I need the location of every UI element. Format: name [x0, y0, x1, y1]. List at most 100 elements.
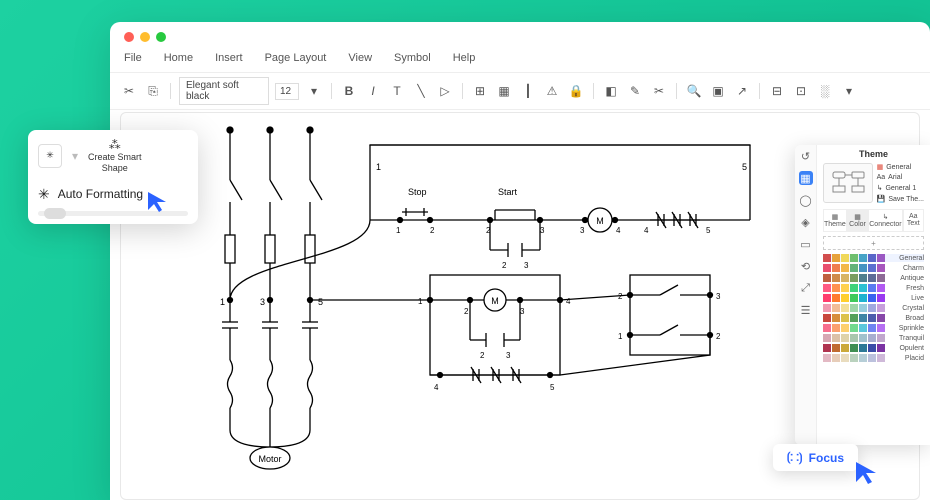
- swatch[interactable]: [832, 344, 840, 352]
- swatch[interactable]: [877, 274, 885, 282]
- chevron-down-icon[interactable]: ▾: [305, 82, 323, 100]
- tab-text[interactable]: AaText: [903, 209, 924, 232]
- swatch[interactable]: [850, 254, 858, 262]
- swatch-row[interactable]: Crystal: [823, 304, 924, 312]
- smart-icon[interactable]: ✳: [38, 144, 62, 168]
- text-icon[interactable]: T: [388, 82, 406, 100]
- create-smart-shape[interactable]: ⁂ Create Smart Shape: [88, 138, 142, 174]
- swatch[interactable]: [823, 314, 831, 322]
- swatch[interactable]: [832, 284, 840, 292]
- swatch[interactable]: [841, 264, 849, 272]
- swatch[interactable]: [823, 274, 831, 282]
- menu-insert[interactable]: Insert: [215, 52, 243, 64]
- swatch[interactable]: [859, 294, 867, 302]
- swatch[interactable]: [868, 294, 876, 302]
- line-icon[interactable]: ╲: [412, 82, 430, 100]
- swatch[interactable]: [877, 294, 885, 302]
- swatch[interactable]: [877, 254, 885, 262]
- pointer-icon[interactable]: ▷: [436, 82, 454, 100]
- swatch[interactable]: [877, 354, 885, 362]
- swatch[interactable]: [823, 304, 831, 312]
- theme-preview[interactable]: [823, 163, 873, 203]
- menu-symbol[interactable]: Symbol: [394, 52, 431, 64]
- swatch[interactable]: [850, 284, 858, 292]
- palette-layers-icon[interactable]: ◈: [799, 215, 813, 229]
- swatch[interactable]: [859, 254, 867, 262]
- swatch[interactable]: [841, 314, 849, 322]
- swatch-row[interactable]: Live: [823, 294, 924, 302]
- swatch[interactable]: [832, 264, 840, 272]
- swatch[interactable]: [850, 294, 858, 302]
- focus-button[interactable]: ⟮⸬⟯ Focus: [773, 444, 858, 471]
- swatch[interactable]: [850, 324, 858, 332]
- palette-save-icon[interactable]: ☰: [799, 303, 813, 317]
- swatch[interactable]: [859, 324, 867, 332]
- swatch[interactable]: [841, 274, 849, 282]
- palette-history-icon[interactable]: ⟲: [799, 259, 813, 273]
- layer-icon[interactable]: ░: [816, 82, 834, 100]
- grid-icon[interactable]: ▦: [495, 82, 513, 100]
- swatch[interactable]: [841, 254, 849, 262]
- swatch-row[interactable]: Fresh: [823, 284, 924, 292]
- swatch[interactable]: [841, 304, 849, 312]
- swatch[interactable]: [832, 314, 840, 322]
- tab-theme[interactable]: ▦Theme: [823, 209, 847, 232]
- group-icon[interactable]: ⊟: [768, 82, 786, 100]
- swatch[interactable]: [859, 344, 867, 352]
- menu-home[interactable]: Home: [164, 52, 193, 64]
- copy-icon[interactable]: ⎘: [144, 82, 162, 100]
- menu-file[interactable]: File: [124, 52, 142, 64]
- swatch[interactable]: [832, 354, 840, 362]
- close-dot[interactable]: [124, 32, 134, 42]
- swatch-row[interactable]: Antique: [823, 274, 924, 282]
- swatch-row[interactable]: General: [823, 254, 924, 262]
- swatch[interactable]: [859, 284, 867, 292]
- swatch[interactable]: [859, 354, 867, 362]
- swatch[interactable]: [841, 324, 849, 332]
- swatch[interactable]: [877, 314, 885, 322]
- swatch[interactable]: [850, 334, 858, 342]
- swatch[interactable]: [868, 264, 876, 272]
- lock-icon[interactable]: 🔒: [567, 82, 585, 100]
- swatch-row[interactable]: Tranquil: [823, 334, 924, 342]
- fill-icon[interactable]: ◧: [602, 82, 620, 100]
- zoom-icon[interactable]: 🔍: [685, 82, 703, 100]
- swatch[interactable]: [868, 344, 876, 352]
- swatch[interactable]: [823, 324, 831, 332]
- ungroup-icon[interactable]: ⊡: [792, 82, 810, 100]
- swatch[interactable]: [877, 324, 885, 332]
- fit-icon[interactable]: ▣: [709, 82, 727, 100]
- swatch-row[interactable]: Sprinkle: [823, 324, 924, 332]
- swatch[interactable]: [877, 304, 885, 312]
- swatch[interactable]: [823, 334, 831, 342]
- palette-page-icon[interactable]: ▭: [799, 237, 813, 251]
- swatch-row[interactable]: Placid: [823, 354, 924, 362]
- swatch[interactable]: [868, 314, 876, 322]
- swatch-row[interactable]: Opulent: [823, 344, 924, 352]
- swatch[interactable]: [868, 334, 876, 342]
- min-dot[interactable]: [140, 32, 150, 42]
- export-icon[interactable]: ▾: [840, 82, 858, 100]
- menu-help[interactable]: Help: [453, 52, 476, 64]
- max-dot[interactable]: [156, 32, 166, 42]
- swatch[interactable]: [832, 274, 840, 282]
- more-icon[interactable]: ↗: [733, 82, 751, 100]
- swatch[interactable]: [850, 354, 858, 362]
- swatch[interactable]: [850, 344, 858, 352]
- menu-view[interactable]: View: [348, 52, 372, 64]
- swatch[interactable]: [859, 304, 867, 312]
- swatch[interactable]: [841, 294, 849, 302]
- palette-circle-icon[interactable]: ◯: [799, 193, 813, 207]
- italic-icon[interactable]: I: [364, 82, 382, 100]
- swatch[interactable]: [877, 344, 885, 352]
- tab-connector[interactable]: ↳Connector: [868, 209, 902, 232]
- swatch[interactable]: [859, 264, 867, 272]
- bold-icon[interactable]: B: [340, 82, 358, 100]
- swatch[interactable]: [877, 284, 885, 292]
- menu-pagelayout[interactable]: Page Layout: [265, 52, 327, 64]
- swatch[interactable]: [832, 334, 840, 342]
- palette-reset-icon[interactable]: ↺: [799, 149, 813, 163]
- swatch[interactable]: [868, 284, 876, 292]
- swatch[interactable]: [859, 334, 867, 342]
- swatch-row[interactable]: Broad: [823, 314, 924, 322]
